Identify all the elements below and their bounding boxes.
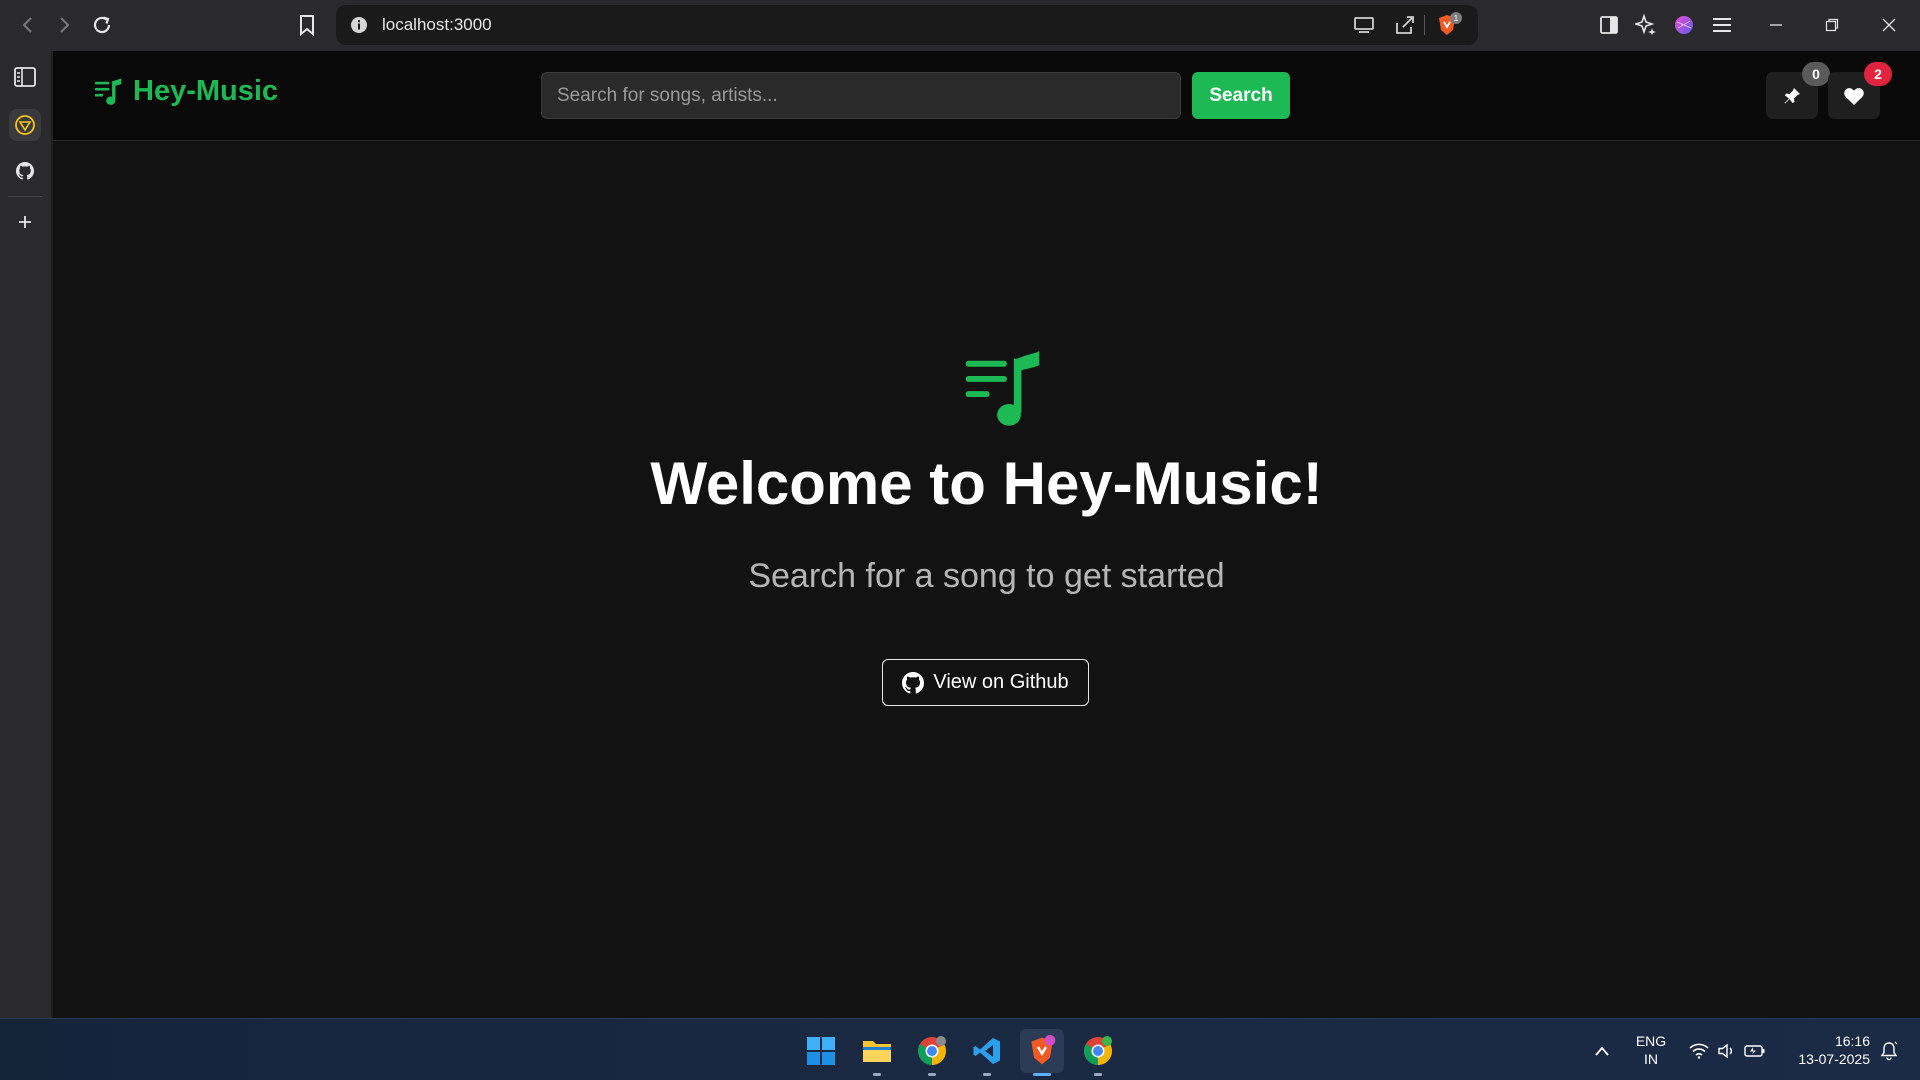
minimize-icon[interactable] [1763,12,1789,38]
url-divider [1424,15,1425,35]
tray-overflow-icon[interactable] [1580,1029,1624,1073]
clock-time: 16:16 [1834,1033,1870,1049]
chrome-icon[interactable] [910,1029,954,1076]
brave-icon[interactable] [1020,1029,1064,1076]
taskbar-running-indicator [1094,1073,1102,1076]
browser-sidebar [0,51,51,1018]
restore-icon[interactable] [1819,12,1845,38]
github-button-label: View on Github [933,671,1069,693]
brand-logo[interactable]: Hey-Music [93,75,278,108]
menu-icon[interactable] [1709,12,1735,38]
language-code: ENG [1635,1033,1667,1049]
github-icon [902,671,925,693]
sidebar-divider [8,196,42,197]
brand-name: Hey-Music [133,75,279,107]
brave-rewards-icon[interactable] [9,109,41,141]
taskbar-active-indicator [1033,1073,1051,1076]
chrome-icon[interactable] [1076,1029,1120,1076]
file-explorer-icon[interactable] [855,1029,899,1076]
vscode-icon[interactable] [965,1029,1009,1076]
notifications-icon[interactable] [1872,1029,1906,1073]
share-icon[interactable] [1392,12,1418,38]
clock-date: 13-07-2025 [1798,1051,1870,1067]
reload-icon[interactable] [89,12,115,38]
back-icon[interactable] [15,12,41,38]
search-button[interactable]: Search [1192,72,1290,119]
page-viewport: Welcome to Hey-Music! Search for a song … [53,51,1920,1018]
hero-section: Welcome to Hey-Music! Search for a song … [53,51,1920,1018]
battery-icon[interactable] [1738,1029,1772,1073]
app-header: Hey-Music Search 0 2 [53,51,1920,141]
heart-icon [1844,87,1864,105]
cast-icon[interactable] [1351,12,1377,38]
language-region: IN [1644,1051,1658,1067]
sidebar-panel-icon[interactable] [9,61,41,93]
github-sidebar-icon[interactable] [9,155,41,187]
hero-title: Welcome to Hey-Music! [650,450,1323,517]
profile-icon[interactable] [1671,12,1697,38]
likes-count-badge: 2 [1864,62,1892,86]
leo-ai-icon[interactable] [1633,12,1659,38]
hero-subtitle: Search for a song to get started [748,557,1225,595]
address-bar[interactable]: localhost:3000 1 [336,5,1478,45]
brave-badge: 1 [1450,12,1462,24]
taskbar: ENG IN 16:16 13-07-2025 [0,1018,1920,1080]
pin-icon [1784,87,1800,103]
sidebar-toggle-icon[interactable] [1596,12,1622,38]
taskbar-running-indicator [873,1073,881,1076]
close-window-icon[interactable] [1876,12,1902,38]
forward-icon[interactable] [51,12,77,38]
view-on-github-button[interactable]: View on Github [882,659,1089,706]
add-icon[interactable] [9,206,41,238]
music-playlist-icon [938,350,1080,435]
language-indicator[interactable]: ENG IN [1628,1032,1674,1068]
pinned-button[interactable]: 0 [1766,62,1830,119]
brand-music-icon [94,77,122,105]
windows-start-icon[interactable] [799,1029,843,1073]
pins-count-badge: 0 [1802,62,1830,86]
taskbar-running-indicator [983,1073,991,1076]
favorites-button[interactable]: 2 [1828,62,1892,119]
site-info-icon[interactable] [346,12,372,38]
bookmark-icon[interactable] [294,12,320,38]
search-input[interactable] [541,72,1181,119]
url-text[interactable]: localhost:3000 [382,15,492,35]
clock[interactable]: 16:16 13-07-2025 [1778,1032,1870,1068]
taskbar-running-indicator [928,1073,936,1076]
browser-toolbar: localhost:3000 1 [0,0,1920,51]
brave-shields-icon[interactable]: 1 [1434,12,1462,38]
